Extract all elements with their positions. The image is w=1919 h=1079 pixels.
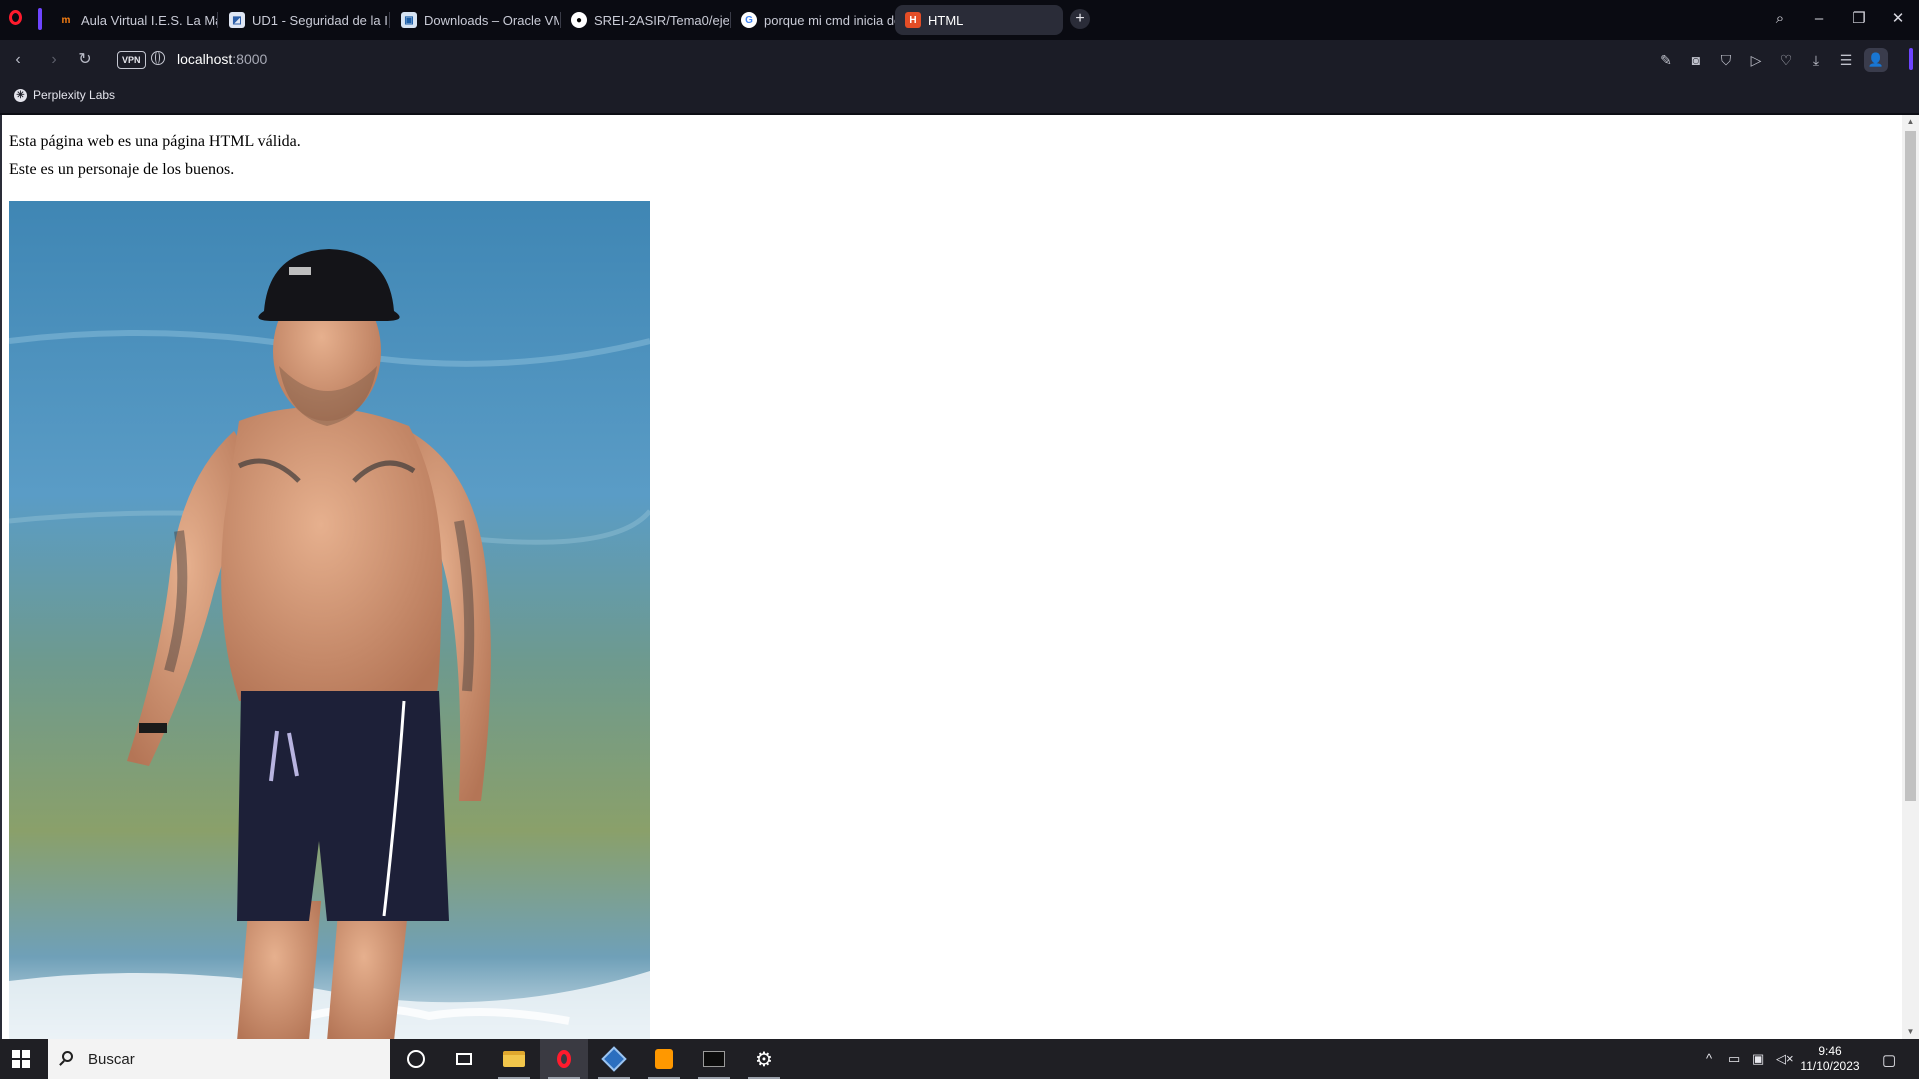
sublime-text-icon[interactable] <box>640 1039 688 1079</box>
address-bar-row: ‹ › ↻ VPN localhost:8000 ✎ ◙ ⛉ ▷ ♡ ⤓ ☰ 👤 <box>0 40 1919 80</box>
url-host: localhost <box>177 51 233 67</box>
cortana-icon[interactable] <box>392 1039 440 1079</box>
paragraph-valid-html: Esta página web es una página HTML válid… <box>9 133 301 150</box>
profile-icon[interactable]: 👤 <box>1864 48 1888 72</box>
new-tab-button[interactable]: + <box>1070 9 1090 29</box>
virtualbox-icon[interactable] <box>590 1039 638 1079</box>
github-icon: ● <box>571 12 587 28</box>
tab-ud1-seguridad[interactable]: ◩ UD1 - Seguridad de la Inf <box>219 5 387 35</box>
google-icon: G <box>741 12 757 28</box>
scrollbar-thumb[interactable] <box>1905 131 1916 801</box>
document-icon: ◩ <box>229 12 245 28</box>
player-icon[interactable]: ▷ <box>1746 50 1766 70</box>
opera-logo-icon[interactable] <box>9 10 22 25</box>
tab-github[interactable]: ● SREI-2ASIR/Tema0/ejercic <box>561 5 729 35</box>
clock-date: 11/10/2023 <box>1800 1059 1860 1073</box>
tab-title: HTML <box>928 12 964 28</box>
bookmarks-bar: ✳ Perplexity Labs <box>0 80 1919 115</box>
network-icon[interactable]: ▭ <box>1728 1051 1740 1067</box>
tab-title: UD1 - Seguridad de la Inf <box>252 12 387 28</box>
close-icon[interactable]: ✕ <box>1884 6 1912 32</box>
tab-title: porque mi cmd inicia den <box>764 12 897 28</box>
download-icon[interactable]: ⤓ <box>1806 50 1826 70</box>
minimize-icon[interactable]: – <box>1805 6 1833 32</box>
tab-title: Downloads – Oracle VM V <box>424 12 559 28</box>
snapshot-camera-icon[interactable]: ◙ <box>1686 50 1706 70</box>
bookmark-perplexity-labs[interactable]: ✳ Perplexity Labs <box>14 88 115 102</box>
moodle-icon: m <box>61 14 71 26</box>
address-input[interactable]: localhost:8000 <box>177 51 267 67</box>
task-view-icon[interactable] <box>440 1039 488 1079</box>
html5-icon: H <box>905 12 921 28</box>
settings-icon[interactable]: ⚙ <box>740 1039 788 1079</box>
vertical-scrollbar[interactable]: ▲ ▼ <box>1902 115 1919 1039</box>
virtualbox-icon: ▣ <box>401 12 417 28</box>
tab-html-active[interactable]: H HTML <box>895 5 1063 35</box>
search-icon <box>62 1051 73 1062</box>
bookmark-label: Perplexity Labs <box>33 88 116 102</box>
windows-taskbar: Buscar ⚙ ^ ▭ ▣ ◁× 9:46 11/10/2023 ▢ <box>0 1039 1919 1079</box>
tab-google-search[interactable]: G porque mi cmd inicia den <box>731 5 897 35</box>
tab-search-icon[interactable]: ⌕ <box>1766 6 1794 32</box>
search-placeholder: Buscar <box>88 1051 135 1068</box>
forward-arrow-icon[interactable]: › <box>42 48 66 72</box>
tab-divider <box>389 12 390 28</box>
character-photo <box>9 201 650 1039</box>
volume-muted-icon[interactable]: ◁× <box>1776 1051 1794 1067</box>
tab-divider <box>217 12 218 28</box>
vpn-badge[interactable]: VPN <box>117 51 146 69</box>
taskbar-clock[interactable]: 9:46 11/10/2023 <box>1800 1044 1860 1074</box>
heart-icon[interactable]: ♡ <box>1776 50 1796 70</box>
clock-time: 9:46 <box>1818 1044 1842 1058</box>
terminal-icon[interactable] <box>690 1039 738 1079</box>
shield-icon[interactable]: ⛉ <box>1716 50 1736 70</box>
sidebar-toggle-accent[interactable] <box>1909 48 1913 70</box>
file-explorer-icon[interactable] <box>490 1039 538 1079</box>
taskbar-search-input[interactable]: Buscar <box>48 1039 390 1079</box>
windows-start-icon[interactable] <box>12 1050 30 1068</box>
paragraph-character: Este es un personaje de los buenos. <box>9 161 235 178</box>
edit-icon[interactable]: ✎ <box>1656 50 1676 70</box>
url-port: :8000 <box>232 51 268 67</box>
easy-setup-icon[interactable]: ☰ <box>1836 50 1856 70</box>
sidebar-accent <box>38 8 42 30</box>
globe-icon[interactable] <box>151 51 165 65</box>
restore-icon[interactable]: ❐ <box>1845 6 1873 32</box>
web-page-viewport: Esta página web es una página HTML válid… <box>0 115 1902 1039</box>
tab-aula-virtual[interactable]: m Aula Virtual I.E.S. La Maris <box>48 5 218 35</box>
opera-icon[interactable] <box>540 1039 588 1079</box>
perplexity-icon: ✳ <box>14 88 27 102</box>
tab-title: Aula Virtual I.E.S. La Maris <box>81 12 218 28</box>
back-arrow-icon[interactable]: ‹ <box>6 48 30 72</box>
scroll-down-arrow-icon[interactable]: ▼ <box>1902 1025 1919 1039</box>
tab-title: SREI-2ASIR/Tema0/ejercic <box>594 12 729 28</box>
scroll-up-arrow-icon[interactable]: ▲ <box>1902 115 1919 129</box>
tab-strip: m Aula Virtual I.E.S. La Maris ◩ UD1 - S… <box>0 0 1919 40</box>
battery-icon[interactable]: ▣ <box>1752 1051 1764 1067</box>
notifications-icon[interactable]: ▢ <box>1882 1051 1896 1069</box>
tab-downloads-virtualbox[interactable]: ▣ Downloads – Oracle VM V <box>391 5 559 35</box>
show-hidden-icons-icon[interactable]: ^ <box>1706 1051 1712 1066</box>
reload-icon[interactable]: ↻ <box>73 48 97 72</box>
